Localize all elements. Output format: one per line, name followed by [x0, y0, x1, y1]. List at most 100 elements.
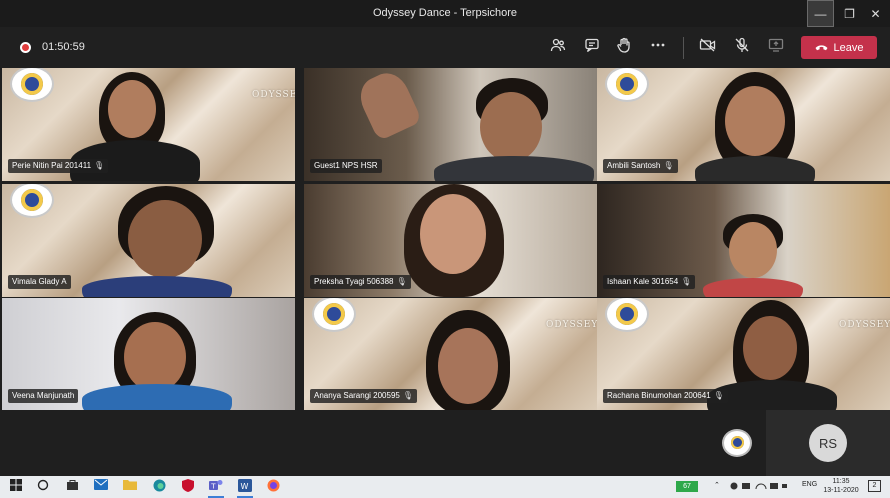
chevron-up-icon[interactable]: ⌃: [714, 481, 720, 489]
raise-hand-icon[interactable]: [614, 37, 634, 57]
mail-icon[interactable]: [93, 479, 109, 495]
firefox-icon[interactable]: [265, 479, 281, 495]
participant-nameplate: Rachana Binumohan 200641 🎙︎: [603, 389, 728, 403]
participant-name: Perie Nitin Pai 201411: [12, 161, 92, 170]
participant-nameplate: Guest1 NPS HSR: [310, 159, 382, 173]
svg-text:T: T: [210, 483, 216, 491]
toolbar-divider: [683, 37, 684, 59]
participant-nameplate: Ambili Santosh 🎙︎: [603, 159, 678, 173]
participant-video: [124, 322, 186, 392]
language-indicator[interactable]: ENG: [802, 481, 817, 488]
participant-video: [353, 68, 423, 142]
battery-indicator[interactable]: 67: [676, 481, 698, 492]
participant-video: [420, 194, 486, 274]
window-titlebar: Odyssey Dance - Terpsichore — ❐ ✕: [0, 0, 890, 27]
participant-tile[interactable]: Ishaan Kale 301654 🎙︎: [597, 184, 890, 297]
participant-tile[interactable]: Ambili Santosh 🎙︎: [597, 68, 890, 181]
participant-video: [434, 156, 594, 181]
participant-tile[interactable]: Vimala Glady A: [2, 184, 295, 297]
participant-name: Ananya Sarangi 200595: [314, 391, 400, 400]
participant-video: [703, 278, 803, 297]
participant-video: [108, 80, 156, 138]
leave-button[interactable]: Leave: [801, 36, 877, 59]
notification-icon[interactable]: 2: [868, 480, 881, 492]
participant-nameplate: Ananya Sarangi 200595 🎙︎: [310, 389, 418, 403]
word-icon[interactable]: W: [237, 479, 253, 498]
participant-tile[interactable]: ODYSSEY Rachana Binumohan 200641 🎙︎: [597, 298, 890, 411]
windows-taskbar: T W 67 ⌃ ENG 11:35 13-11-2020 2: [0, 476, 890, 498]
participant-video: [725, 86, 785, 156]
self-view[interactable]: RS: [766, 410, 890, 476]
mic-muted-icon: 🎙︎: [94, 161, 105, 170]
teams-icon[interactable]: T: [208, 479, 224, 498]
phone-hangup-icon: [815, 42, 828, 54]
clock-time: 11:35: [832, 478, 850, 485]
camera-off-icon[interactable]: [698, 37, 718, 57]
participant-video: [438, 328, 498, 404]
participant-tile[interactable]: ODYSSEY Perie Nitin Pai 201411 🎙︎: [2, 68, 295, 181]
participant-name: Rachana Binumohan 200641: [607, 391, 711, 400]
participant-video: [729, 222, 777, 278]
participant-nameplate: Veena Manjunath: [8, 389, 79, 403]
system-clock[interactable]: 11:35 13-11-2020: [823, 477, 859, 495]
bottom-strip: RS: [0, 410, 890, 476]
mic-muted-icon: 🎙︎: [402, 391, 414, 400]
school-logo: [722, 429, 752, 457]
recording-icon: [20, 42, 31, 53]
mic-muted-icon: 🎙︎: [713, 391, 724, 400]
participant-name: Ishaan Kale 301654: [607, 277, 679, 286]
participant-name: Ambili Santosh: [607, 161, 661, 170]
close-button[interactable]: ✕: [862, 0, 889, 27]
participant-tile[interactable]: ODYSSEY Ananya Sarangi 200595 🎙︎: [304, 298, 597, 411]
mic-muted-icon: 🎙︎: [396, 277, 407, 286]
participant-nameplate: Ishaan Kale 301654 🎙︎: [603, 275, 696, 289]
participant-video: [82, 384, 232, 411]
participant-tile[interactable]: Guest1 NPS HSR: [304, 68, 597, 181]
store-icon[interactable]: [64, 479, 80, 495]
participant-nameplate: Perie Nitin Pai 201411 🎙︎: [8, 159, 109, 173]
tray-icons[interactable]: [730, 481, 790, 493]
meeting-toolbar: 01:50:59 Leave: [0, 27, 890, 68]
leave-label: Leave: [833, 41, 864, 54]
clock-date: 13-11-2020: [823, 487, 859, 494]
participant-video: [480, 92, 542, 162]
search-icon[interactable]: [35, 479, 51, 495]
participant-video: [82, 276, 232, 297]
mcafee-icon[interactable]: [180, 479, 196, 495]
odyssey-watermark: ODYSSEY: [839, 320, 890, 330]
people-icon[interactable]: [548, 37, 568, 57]
more-options-icon[interactable]: [648, 37, 668, 57]
share-screen-icon[interactable]: [766, 37, 786, 57]
school-logo: [605, 298, 649, 332]
school-logo: [605, 68, 649, 102]
participant-name: Veena Manjunath: [12, 391, 75, 400]
video-grid: ODYSSEY Perie Nitin Pai 201411 🎙︎ Guest1…: [0, 68, 890, 411]
school-logo: [312, 298, 356, 332]
mic-muted-icon: 🎙︎: [663, 161, 674, 170]
chat-icon[interactable]: [582, 37, 602, 57]
file-explorer-icon[interactable]: [122, 479, 138, 495]
avatar: RS: [809, 424, 847, 462]
participant-nameplate: Vimala Glady A: [8, 275, 71, 289]
minimize-button[interactable]: —: [807, 0, 834, 27]
edge-icon[interactable]: [151, 479, 167, 495]
windows-start-icon[interactable]: [8, 479, 24, 495]
participant-tile[interactable]: Veena Manjunath: [2, 298, 295, 411]
maximize-button[interactable]: ❐: [836, 0, 863, 27]
participant-tile[interactable]: Preksha Tyagi 506388 🎙︎: [304, 184, 597, 297]
school-logo: [10, 68, 54, 102]
participant-name: Guest1 NPS HSR: [314, 161, 378, 170]
participant-nameplate: Preksha Tyagi 506388 🎙︎: [310, 275, 411, 289]
participant-video: [695, 156, 815, 181]
mic-muted-icon: 🎙︎: [681, 277, 692, 286]
meeting-timer: 01:50:59: [42, 41, 85, 53]
participant-name: Preksha Tyagi 506388: [314, 277, 394, 286]
odyssey-watermark: ODYSSEY: [546, 320, 597, 330]
participant-video: [743, 316, 797, 380]
mic-off-icon[interactable]: [732, 37, 752, 57]
odyssey-watermark: ODYSSEY: [252, 90, 295, 100]
participant-name: Vimala Glady A: [12, 277, 67, 286]
svg-text:W: W: [241, 482, 249, 491]
participant-video: [128, 200, 202, 278]
window-title: Odyssey Dance - Terpsichore: [372, 7, 518, 19]
